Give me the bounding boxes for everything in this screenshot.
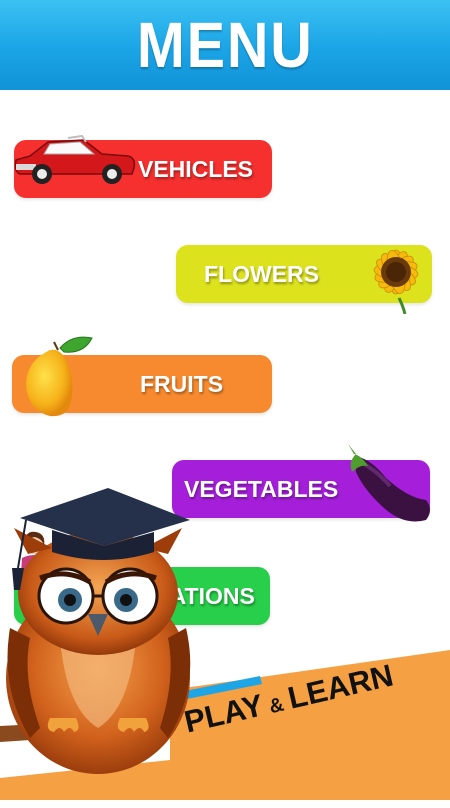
- sunflower-icon: [373, 249, 419, 314]
- car-icon: [14, 134, 136, 184]
- header-bar: MENU: [0, 0, 450, 90]
- vehicles-label: VEHICLES: [138, 155, 254, 182]
- fruits-label: FRUITS: [140, 370, 224, 397]
- eggplant-icon: [348, 444, 430, 522]
- ampersand: &: [267, 693, 287, 719]
- learn-word: LEARN: [284, 657, 397, 716]
- flowers-label: FLOWERS: [204, 260, 319, 287]
- mango-icon: [26, 336, 93, 417]
- play-learn-text: PLAY&LEARN: [181, 658, 397, 741]
- page-title: MENU: [136, 9, 314, 81]
- owl-mascot-icon: [0, 488, 191, 774]
